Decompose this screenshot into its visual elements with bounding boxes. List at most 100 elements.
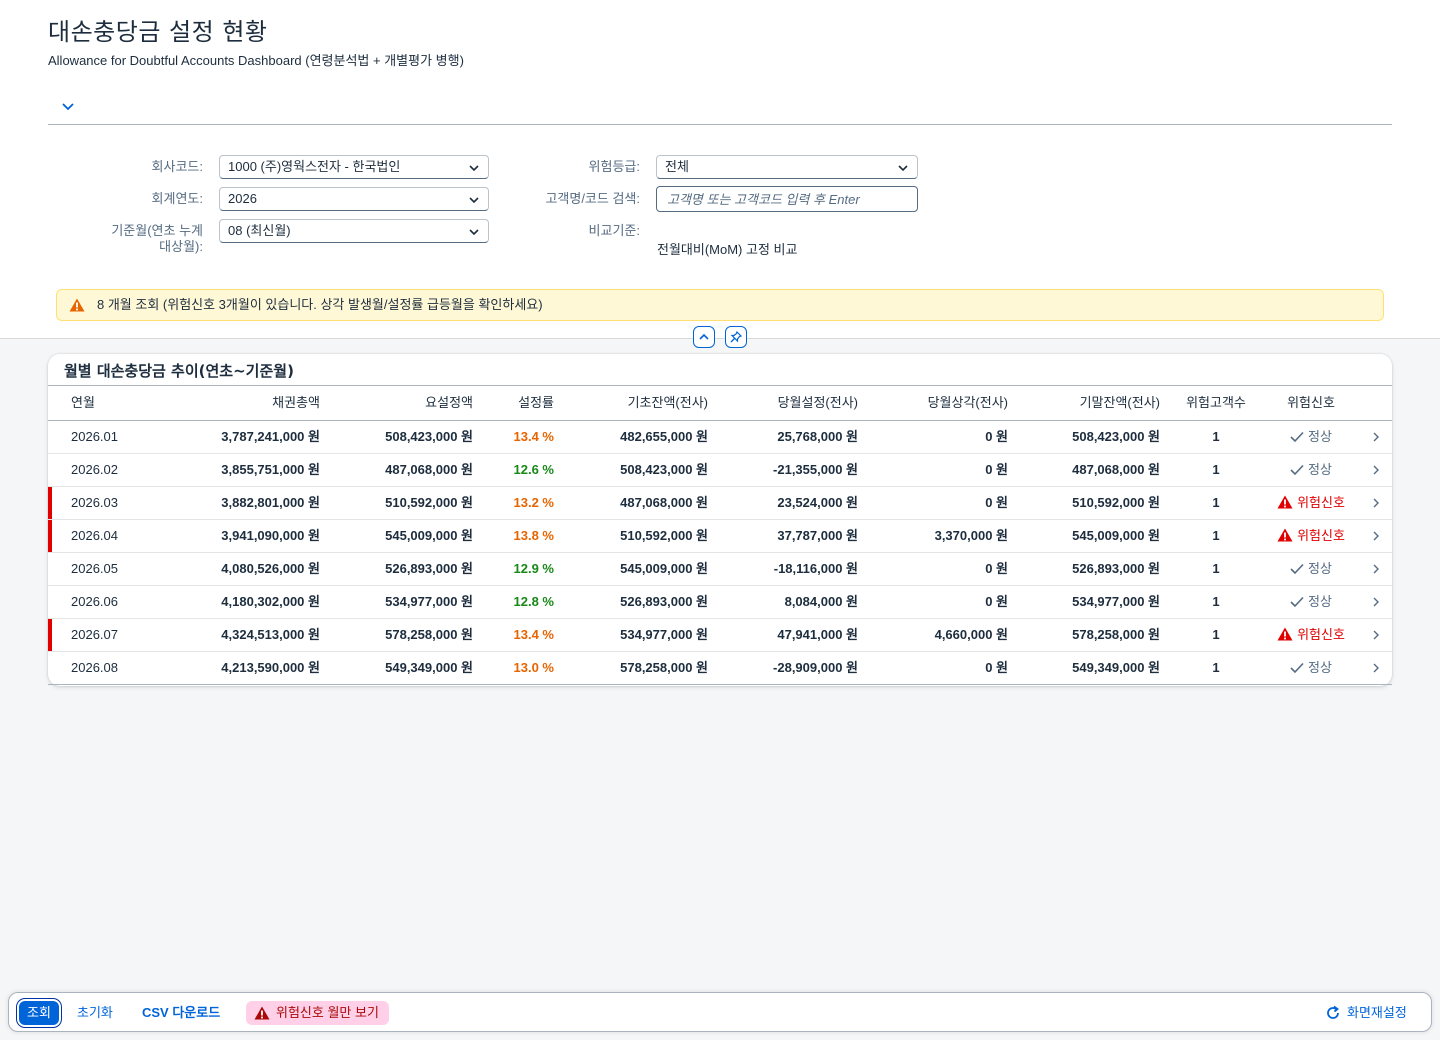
cell-month: 2026.01 [71,429,118,444]
risk-grade-select[interactable]: 전체 [656,155,918,179]
checkmark-icon [1290,563,1304,575]
chevron-right-icon[interactable] [1370,431,1382,443]
search-button[interactable]: 조회 [19,1001,59,1025]
refresh-icon [1327,1005,1339,1019]
customer-search-input[interactable] [656,186,918,212]
base-month-label: 기준월(연초 누계 대상월): [60,223,203,255]
cell-month: 2026.02 [71,462,118,477]
table-row[interactable]: 2026.01 3,787,241,000 원 508,423,000 원 13.4 … [48,421,1392,454]
table-row[interactable]: 2026.08 4,213,590,000 원 549,349,000 원 13.0 … [48,652,1392,685]
column-header-receivable[interactable]: 채권총액 [188,386,320,420]
cell-opening: 508,423,000 원 [620,462,708,477]
base-month-select[interactable]: 08 (최신월) [219,219,489,243]
signal-label: 위험신호 [1297,627,1345,642]
column-header-provision[interactable]: 당월설정(전사) [718,386,858,420]
table-row[interactable]: 2026.04 3,941,090,000 원 545,009,000 원 13.8 … [48,520,1392,553]
chevron-up-icon [699,333,709,340]
chevron-right-icon[interactable] [1370,530,1382,542]
cell-signal: 위험신호 [1268,487,1354,519]
table-row[interactable]: 2026.07 4,324,513,000 원 578,258,000 원 13.4 … [48,619,1392,652]
cell-opening: 487,068,000 원 [620,495,708,510]
column-header-signal[interactable]: 위험신호 [1268,386,1354,420]
cell-receivable: 4,080,526,000 원 [221,561,320,576]
chevron-right-icon[interactable] [1370,497,1382,509]
cell-writeoff: 0 원 [985,429,1008,444]
table-row[interactable]: 2026.06 4,180,302,000 원 534,977,000 원 12.8 … [48,586,1392,619]
column-header-month[interactable]: 연월 [71,386,151,420]
fiscal-year-select[interactable]: 2026 [219,187,489,211]
cell-writeoff: 0 원 [985,495,1008,510]
cell-signal: 위험신호 [1268,520,1354,552]
cell-provision: 8,084,000 원 [784,594,858,609]
signal-label: 정상 [1308,429,1332,444]
cell-signal: 정상 [1268,586,1354,618]
cell-closing: 578,258,000 원 [1072,627,1160,642]
cell-closing: 487,068,000 원 [1072,462,1160,477]
cell-provision: 25,768,000 원 [777,429,858,444]
cell-receivable: 3,882,801,000 원 [221,495,320,510]
cell-month: 2026.07 [71,627,118,642]
company-code-label: 회사코드: [151,159,203,174]
cell-writeoff: 0 원 [985,462,1008,477]
cell-opening: 578,258,000 원 [620,660,708,675]
compare-basis-value: 전월대비(MoM) 고정 비교 [657,242,798,257]
chevron-right-icon[interactable] [1370,563,1382,575]
cell-closing: 526,893,000 원 [1072,561,1160,576]
cell-receivable: 3,787,241,000 원 [221,429,320,444]
base-month-value: 08 (최신월) [228,223,291,238]
cell-rate: 12.6 % [513,462,554,477]
cell-rate: 12.9 % [513,561,554,576]
screen-reset-label: 화면재설정 [1347,1005,1407,1020]
cell-provision: 37,787,000 원 [777,528,858,543]
chevron-down-icon [898,165,908,172]
cell-opening: 482,655,000 원 [620,429,708,444]
company-code-select[interactable]: 1000 (주)영웍스전자 - 한국법인 [219,155,489,179]
warning-message-strip: 8 개월 조회 (위험신호 3개월이 있습니다. 상각 발생월/설정률 급등월을… [56,289,1384,321]
risk-only-toggle-button[interactable]: 위험신호 월만 보기 [246,1001,389,1025]
column-header-closing[interactable]: 기말잔액(전사) [1020,386,1160,420]
chevron-right-icon[interactable] [1370,596,1382,608]
signal-label: 정상 [1308,594,1332,609]
cell-receivable: 3,855,751,000 원 [221,462,320,477]
column-header-required[interactable]: 요설정액 [348,386,473,420]
cell-signal: 정상 [1268,421,1354,453]
column-header-opening[interactable]: 기초잔액(전사) [568,386,708,420]
column-header-risk-customers[interactable]: 위험고객수 [1176,386,1256,420]
monthly-trend-table-card: 월별 대손충당금 추이(연초~기준월) 연월 채권총액 요설정액 설정률 기초잔… [48,354,1392,686]
chevron-right-icon[interactable] [1370,662,1382,674]
chevron-right-icon[interactable] [1370,464,1382,476]
screen-reset-button[interactable]: 화면재설정 [1325,1001,1407,1025]
cell-provision: 23,524,000 원 [777,495,858,510]
cell-rate: 13.2 % [513,495,554,510]
fiscal-year-value: 2026 [228,191,257,206]
cell-signal: 정상 [1268,652,1354,684]
column-header-rate[interactable]: 설정률 [488,386,554,420]
column-header-writeoff[interactable]: 당월상각(전사) [868,386,1008,420]
chevron-down-icon[interactable] [60,98,76,114]
cell-closing: 545,009,000 원 [1072,528,1160,543]
risk-row-marker [48,487,52,519]
cell-risk-customers: 1 [1212,429,1220,444]
csv-download-button[interactable]: CSV 다운로드 [142,1001,220,1025]
table-row[interactable]: 2026.02 3,855,751,000 원 487,068,000 원 12.6 … [48,454,1392,487]
compare-basis-label: 비교기준: [588,223,640,238]
warning-icon [254,1006,270,1020]
chevron-down-icon [469,165,479,172]
alert-icon [1277,627,1293,641]
base-month-label-line1: 기준월(연초 누계 [111,223,203,238]
collapse-header-button[interactable] [693,326,715,348]
chevron-right-icon[interactable] [1370,629,1382,641]
checkmark-icon [1290,662,1304,674]
cell-closing: 508,423,000 원 [1072,429,1160,444]
table-row[interactable]: 2026.03 3,882,801,000 원 510,592,000 원 13.2 … [48,487,1392,520]
reset-button[interactable]: 초기화 [77,1001,113,1025]
checkmark-icon [1290,431,1304,443]
cell-receivable: 4,213,590,000 원 [221,660,320,675]
page-header: 대손충당금 설정 현황 Allowance for Doubtful Accou… [0,0,1440,339]
cell-rate: 13.0 % [513,660,554,675]
pin-header-button[interactable] [725,326,747,348]
table-row[interactable]: 2026.05 4,080,526,000 원 526,893,000 원 12.9 … [48,553,1392,586]
cell-month: 2026.04 [71,528,118,543]
chevron-down-icon [469,197,479,204]
cell-month: 2026.06 [71,594,118,609]
